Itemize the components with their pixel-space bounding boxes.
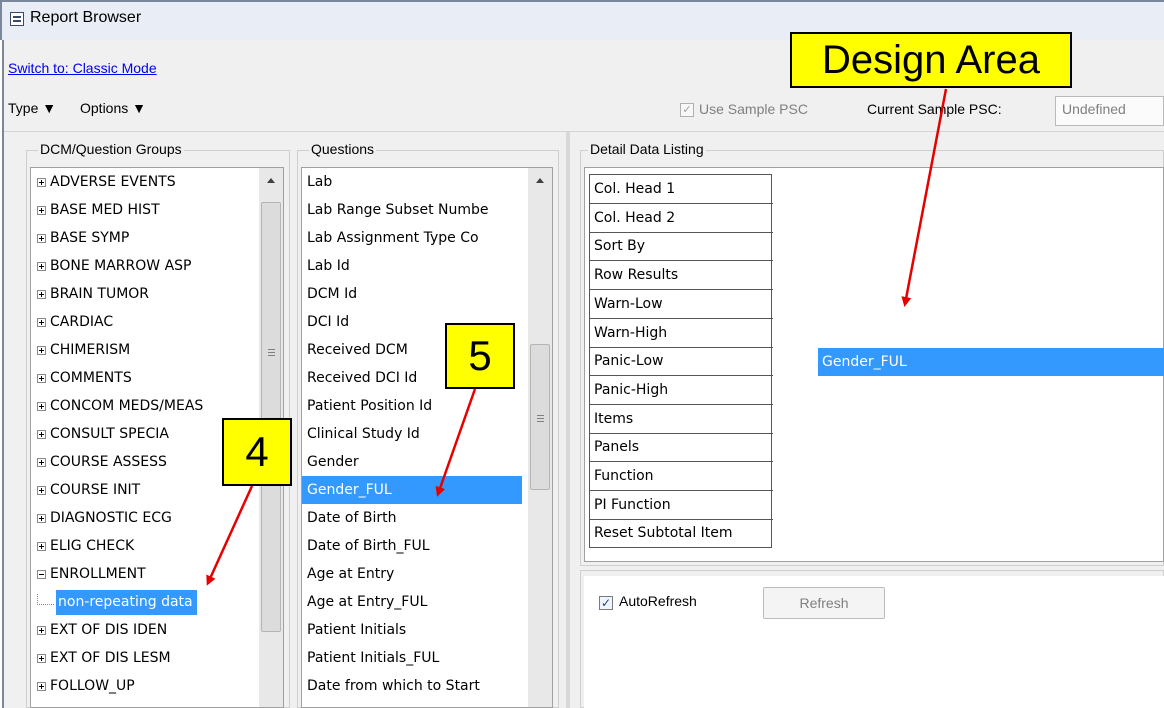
step-5-arrow <box>435 388 477 497</box>
annotation-arrows <box>206 88 948 586</box>
design-area-arrow <box>901 88 948 307</box>
step-4-arrow <box>206 485 254 586</box>
